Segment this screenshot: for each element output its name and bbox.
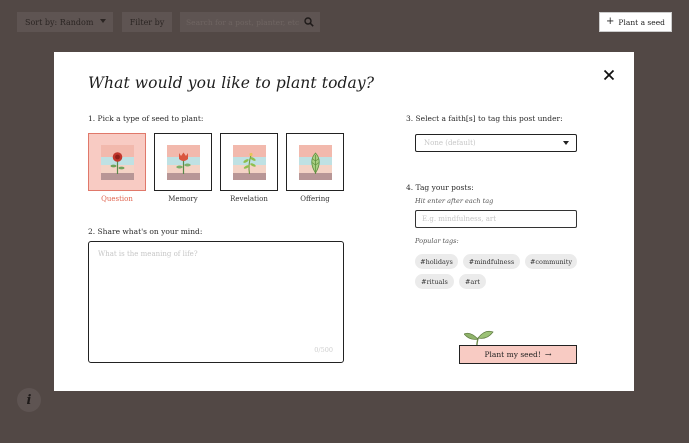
char-count: 0/500 — [314, 346, 333, 354]
step1-label: 1. Pick a type of seed to plant: — [88, 114, 204, 123]
seed-card-revelation[interactable] — [220, 133, 278, 191]
search-input[interactable]: Search for a post, planter, etc — [180, 12, 320, 32]
info-icon: i — [26, 392, 32, 408]
seed-card-memory[interactable] — [154, 133, 212, 191]
sort-label: Sort by: — [25, 17, 58, 27]
seed-label-question: Question — [101, 195, 133, 203]
tag-chip-holidays[interactable]: #holidays — [415, 254, 458, 269]
chevron-down-icon — [100, 19, 106, 23]
tag-chip-label: #holidays — [420, 257, 453, 266]
message-placeholder: What is the meaning of life? — [98, 250, 198, 258]
seed-image — [101, 145, 134, 180]
tag-chip-label: #mindfulness — [468, 257, 515, 266]
step2-label: 2. Share what's on your mind: — [88, 227, 203, 236]
seed-image — [233, 145, 266, 180]
faith-select[interactable]: None (default) — [415, 134, 577, 152]
tag-hint: Hit enter after each tag — [415, 197, 494, 205]
tag-input[interactable]: E.g. mindfulness, art — [415, 210, 577, 228]
info-button[interactable]: i — [17, 388, 41, 412]
search-icon — [304, 17, 314, 27]
search-placeholder: Search for a post, planter, etc — [186, 17, 300, 27]
tag-chip-label: #community — [529, 257, 573, 266]
seed-card-question[interactable] — [88, 133, 146, 191]
tulip-flower-icon — [176, 152, 191, 174]
plus-icon: + — [606, 16, 615, 27]
top-toolbar: Sort by: Random Filter by Search for a p… — [0, 0, 689, 44]
seed-image — [167, 145, 200, 180]
modal-title: What would you like to plant today? — [88, 74, 375, 92]
seed-label-memory: Memory — [168, 195, 198, 203]
sort-dropdown[interactable]: Sort by: Random — [17, 12, 113, 32]
leaf-icon — [311, 152, 320, 174]
tag-chip-mindfulness[interactable]: #mindfulness — [463, 254, 520, 269]
tag-input-placeholder: E.g. mindfulness, art — [422, 215, 497, 223]
message-textarea[interactable]: What is the meaning of life? 0/500 — [88, 241, 344, 363]
arrow-right-icon: → — [544, 350, 552, 359]
tag-chip-rituals[interactable]: #rituals — [415, 274, 454, 289]
sort-value: Random — [59, 17, 94, 27]
filter-label: Filter by — [129, 17, 165, 27]
sprig-icon — [243, 152, 256, 175]
seed-card-offering[interactable] — [286, 133, 344, 191]
submit-label: Plant my seed! — [484, 350, 541, 359]
chevron-down-icon — [563, 141, 569, 145]
step3-label: 3. Select a faith[s] to tag this post un… — [406, 114, 563, 123]
faith-select-value: None (default) — [424, 139, 476, 147]
tag-chip-art[interactable]: #art — [459, 274, 486, 289]
rose-flower-icon — [110, 152, 125, 174]
popular-tags-label: Popular tags: — [415, 237, 459, 245]
tag-chip-community[interactable]: #community — [525, 254, 577, 269]
plant-a-seed-button[interactable]: + Plant a seed — [599, 12, 672, 32]
plant-a-seed-label: Plant a seed — [618, 17, 665, 27]
seed-image — [299, 145, 332, 180]
seed-label-offering: Offering — [300, 195, 330, 203]
tag-chip-label: #rituals — [421, 277, 448, 286]
plant-my-seed-button[interactable]: Plant my seed! → — [459, 345, 577, 364]
seed-label-revelation: Revelation — [230, 195, 268, 203]
step4-label: 4. Tag your posts: — [406, 183, 474, 192]
close-icon[interactable] — [602, 68, 616, 82]
tag-chip-label: #art — [464, 277, 481, 286]
filter-button[interactable]: Filter by — [122, 12, 172, 32]
plant-seed-modal: What would you like to plant today? 1. P… — [54, 52, 634, 391]
